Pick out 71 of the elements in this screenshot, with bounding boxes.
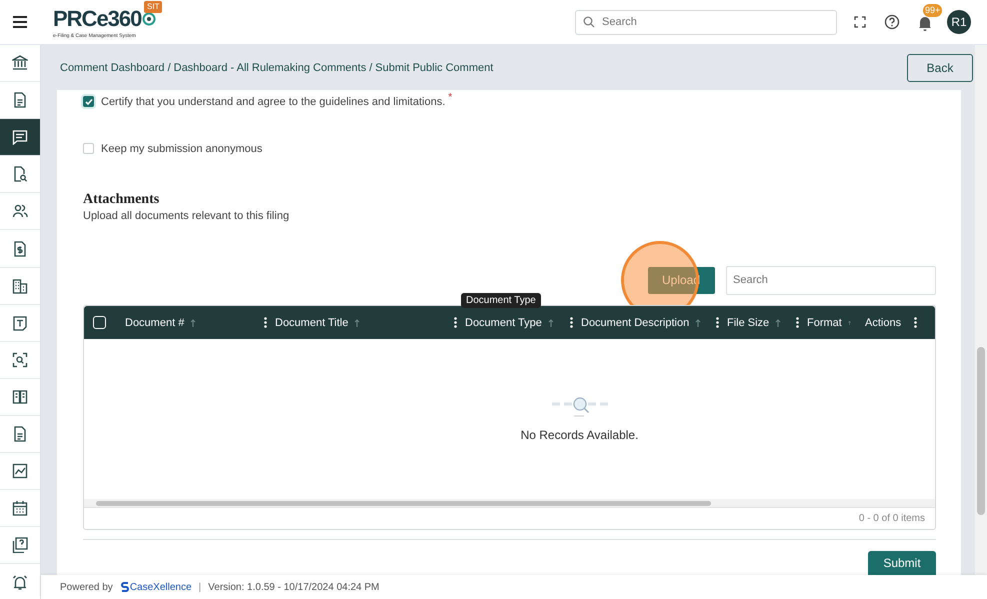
sort-arrow-icon[interactable]: [695, 318, 702, 326]
document-search-icon: [12, 166, 28, 182]
checkbox-label: Keep my submission anonymous: [101, 142, 262, 154]
column-header[interactable]: Document #: [125, 316, 184, 328]
breadcrumb-item[interactable]: Dashboard - All Rulemaking Comments: [174, 62, 366, 74]
submit-button[interactable]: Submit: [868, 551, 936, 575]
pager-info: 0 - 0 of 0 items: [858, 513, 925, 524]
column-header[interactable]: Document Title: [275, 316, 348, 328]
chart-icon: [12, 463, 28, 480]
document-icon: [12, 426, 28, 442]
column-header[interactable]: File Size: [727, 316, 770, 328]
help-icon[interactable]: [884, 14, 900, 30]
kebab-menu-icon[interactable]: [716, 317, 719, 328]
calendar-icon: [12, 500, 28, 516]
book-icon: [12, 388, 28, 405]
scan-search-icon: [12, 352, 28, 368]
sidebar-item[interactable]: [0, 119, 40, 156]
kebab-menu-icon[interactable]: [454, 317, 457, 328]
breadcrumb-separator: /: [369, 62, 372, 74]
notification-badge: 99+: [923, 4, 942, 17]
ring-icon: [142, 12, 156, 26]
logo-text: PRCe360: [53, 6, 142, 30]
text-box-icon: [12, 314, 28, 331]
sort-arrow-icon[interactable]: [548, 318, 554, 326]
bank-icon: [12, 55, 28, 72]
checkbox-label: Certify that you understand and agree to the guidelines and limitations.: [101, 96, 446, 108]
search-field[interactable]: Search: [726, 266, 936, 294]
s-logo-icon: [120, 582, 129, 592]
column-header[interactable]: Document Description: [581, 316, 690, 328]
menu-icon[interactable]: [13, 16, 27, 28]
kebab-menu-icon[interactable]: [570, 317, 573, 328]
column-header[interactable]: Document Type: [465, 316, 542, 328]
building-icon: [12, 278, 28, 294]
checkbox[interactable]: [83, 96, 94, 107]
sort-arrow-icon[interactable]: [775, 318, 782, 326]
breadcrumb-item[interactable]: Comment Dashboard: [60, 62, 165, 74]
kebab-menu-icon[interactable]: [796, 317, 799, 328]
brand-name: CaseXellence: [130, 582, 192, 592]
environment-badge: SIT: [144, 0, 162, 12]
separator-text: |: [198, 582, 202, 592]
column-header[interactable]: Actions: [865, 316, 902, 328]
vertical-scrollbar[interactable]: [975, 45, 987, 575]
search-icon: [583, 16, 595, 28]
search-field[interactable]: Search: [575, 10, 837, 34]
magnifier-icon: [550, 396, 610, 418]
help-document-icon: [12, 537, 28, 554]
column-header[interactable]: Format: [807, 316, 842, 328]
section-title: Attachments: [83, 192, 160, 208]
invoice-icon: [12, 240, 28, 257]
breadcrumb-separator: /: [168, 62, 171, 74]
version-text: Version: 1.0.59 - 10/17/2024 04:24 PM: [208, 582, 380, 592]
back-button[interactable]: Back: [907, 54, 973, 82]
people-icon: [12, 203, 28, 220]
alarm-icon: [12, 574, 28, 590]
tooltip: Document Type: [461, 293, 541, 308]
bell-icon[interactable]: [918, 15, 932, 31]
sort-arrow-icon[interactable]: [190, 318, 196, 326]
horizontal-scrollbar[interactable]: [84, 499, 935, 507]
breadcrumb-item: Submit Public Comment: [375, 62, 494, 74]
section-subtitle: Upload all documents relevant to this filing: [83, 210, 290, 222]
sort-arrow-icon[interactable]: [354, 318, 360, 326]
empty-message: No Records Available.: [520, 428, 638, 442]
user-avatar[interactable]: R1: [947, 10, 971, 34]
document-icon: [12, 92, 28, 108]
sort-arrow-icon[interactable]: [848, 318, 851, 326]
kebab-menu-icon[interactable]: [264, 317, 267, 328]
required-mark: *: [448, 92, 452, 103]
powered-by-text: Powered by: [60, 582, 113, 592]
chat-icon: [12, 129, 28, 146]
fullscreen-icon[interactable]: [854, 16, 866, 28]
kebab-menu-icon[interactable]: [914, 317, 917, 328]
